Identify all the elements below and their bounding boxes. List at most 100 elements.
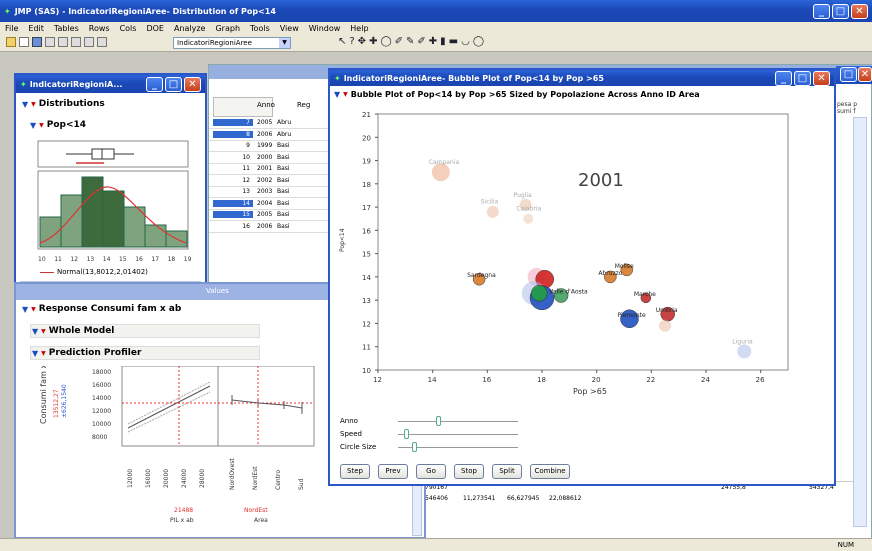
minimize-button[interactable]: _ [146, 76, 163, 92]
slider-track[interactable] [398, 421, 518, 422]
stop-button[interactable]: Stop [454, 464, 484, 479]
red-triangle-icon[interactable]: ▼ [31, 101, 36, 108]
cell-reg[interactable]: Basi [277, 177, 290, 184]
cell-reg[interactable]: Abru [277, 131, 291, 138]
row-number[interactable]: 11 [213, 165, 253, 172]
red-triangle-icon[interactable]: ▼ [343, 91, 348, 98]
disclosure-icon[interactable]: ▼ [32, 349, 38, 358]
row-number[interactable]: 9 [213, 142, 253, 149]
close-button[interactable]: ✕ [184, 76, 201, 92]
step-button[interactable]: Step [340, 464, 370, 479]
slider-thumb[interactable] [404, 429, 409, 439]
close-button[interactable]: ✕ [813, 70, 830, 86]
row-number[interactable]: 7 [213, 119, 253, 126]
cell[interactable]: 66,627945 [507, 495, 539, 502]
cell-reg[interactable]: Basi [277, 223, 290, 230]
cell-anno[interactable]: 2004 [257, 200, 272, 207]
bubble[interactable] [486, 205, 499, 218]
minimize-button[interactable]: _ [813, 3, 830, 19]
row-number[interactable]: 14 [213, 199, 253, 207]
cell-reg[interactable]: Basi [277, 200, 290, 207]
slider-track[interactable] [398, 434, 518, 435]
tool-palette[interactable]: ↖?✥✚◯✐✎✐✚▮▬◡◯ [338, 36, 548, 50]
slider-thumb[interactable] [412, 442, 417, 452]
menu-rows[interactable]: Rows [84, 24, 115, 33]
variable-header[interactable]: ▼ ▼ Pop<14 [30, 120, 86, 130]
bubble[interactable] [531, 284, 548, 302]
histogram-bar[interactable] [102, 190, 125, 248]
cell-reg[interactable]: Basi [277, 188, 290, 195]
cell-anno[interactable]: 2006 [257, 223, 272, 230]
bubble[interactable] [659, 319, 671, 332]
disclosure-icon[interactable]: ▼ [334, 90, 340, 99]
table-row[interactable]: 9 1999 Basi [209, 141, 329, 152]
close-button[interactable]: ✕ [858, 67, 872, 82]
col-header-reg[interactable]: Reg [297, 101, 325, 115]
row-number[interactable]: 16 [213, 223, 253, 230]
cell-reg[interactable]: Basi [277, 165, 290, 172]
red-triangle-icon[interactable]: ▼ [41, 350, 46, 357]
prev-button[interactable]: Prev [378, 464, 408, 479]
cell-anno[interactable]: 2005 [257, 119, 272, 126]
red-triangle-icon[interactable]: ▼ [39, 122, 44, 129]
table-row[interactable]: 10 2000 Basi [209, 153, 329, 164]
cell-anno[interactable]: 2006 [257, 131, 272, 138]
histogram-bar[interactable] [60, 194, 83, 248]
maximize-button[interactable]: □ [832, 3, 849, 19]
prediction-profiler-header[interactable]: ▼ ▼ Prediction Profiler [30, 346, 260, 360]
menu-tables[interactable]: Tables [49, 24, 84, 33]
cell-anno[interactable]: 2001 [257, 165, 272, 172]
menu-file[interactable]: File [0, 24, 23, 33]
disclosure-icon[interactable]: ▼ [32, 327, 38, 336]
split-button[interactable]: Split [492, 464, 522, 479]
menu-edit[interactable]: Edit [23, 24, 49, 33]
row-number[interactable]: 12 [213, 177, 253, 184]
table-row[interactable]: 16 2006 Basi [209, 222, 329, 233]
row-number[interactable]: 10 [213, 154, 253, 161]
new-icon[interactable] [19, 37, 29, 47]
table-icon[interactable] [97, 37, 107, 47]
close-button[interactable]: ✕ [851, 3, 868, 19]
maximize-button[interactable]: □ [794, 70, 811, 86]
row-number[interactable]: 8 [213, 130, 253, 138]
menu-analyze[interactable]: Analyze [169, 24, 211, 33]
bubble-heading[interactable]: ▼ ▼ Bubble Plot of Pop<14 by Pop >65 Size… [334, 90, 700, 99]
histogram-bar[interactable] [81, 176, 104, 248]
cell-reg[interactable]: Basi [277, 154, 290, 161]
table-row[interactable]: 14 2004 Basi [209, 199, 329, 210]
bubble[interactable] [523, 213, 534, 224]
maximize-button[interactable]: □ [840, 67, 857, 82]
maximize-button[interactable]: □ [165, 76, 182, 92]
cell-anno[interactable]: 2003 [257, 188, 272, 195]
red-triangle-icon[interactable]: ▼ [41, 328, 46, 335]
response-header[interactable]: ▼ ▼ Response Consumi fam x ab [22, 304, 181, 314]
menu-doe[interactable]: DOE [141, 24, 169, 33]
cell-anno[interactable]: 2000 [257, 154, 272, 161]
save-icon[interactable] [32, 37, 42, 47]
cell[interactable]: 11,273541 [463, 495, 495, 502]
row-number[interactable]: 13 [213, 188, 253, 195]
menu-window[interactable]: Window [304, 24, 346, 33]
distributions-header[interactable]: ▼ ▼ Distributions [22, 99, 105, 109]
go-button[interactable]: Go [416, 464, 446, 479]
cell-reg[interactable]: Basi [277, 211, 290, 218]
cell-reg[interactable]: Basi [277, 142, 290, 149]
slider-thumb[interactable] [436, 416, 441, 426]
chevron-down-icon[interactable]: ▼ [279, 38, 290, 48]
disclosure-icon[interactable]: ▼ [22, 305, 28, 314]
cell-anno[interactable]: 1999 [257, 142, 272, 149]
whole-model-header[interactable]: ▼ ▼ Whole Model [30, 324, 260, 338]
vertical-scrollbar[interactable] [853, 117, 867, 527]
disclosure-icon[interactable]: ▼ [30, 121, 36, 130]
menu-help[interactable]: Help [345, 24, 373, 33]
combine-button[interactable]: Combine [530, 464, 570, 479]
cell[interactable]: 22,088612 [549, 495, 581, 502]
row-number[interactable]: 15 [213, 211, 253, 218]
vertical-scrollbar[interactable] [412, 484, 422, 536]
cell-reg[interactable]: Abru [277, 119, 291, 126]
table-row[interactable]: 12 2002 Basi [209, 176, 329, 187]
cell-anno[interactable]: 2005 [257, 211, 272, 218]
print-icon[interactable] [45, 37, 55, 47]
cell-anno[interactable]: 2002 [257, 177, 272, 184]
menu-view[interactable]: View [275, 24, 304, 33]
